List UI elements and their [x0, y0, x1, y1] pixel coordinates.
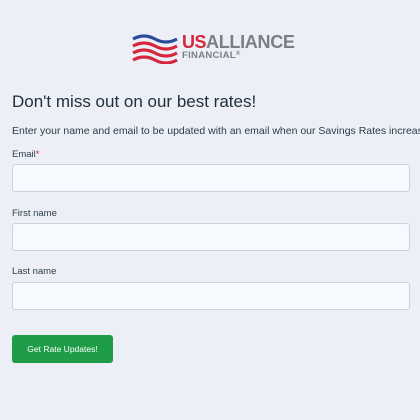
- logo-financial-text: FINANCIAL®: [182, 51, 241, 61]
- logo-trademark: ®: [235, 51, 241, 57]
- logo-alliance-text: ALLIANCE: [206, 32, 295, 52]
- first-name-field[interactable]: [12, 223, 410, 251]
- intro-text: Enter your name and email to be updated …: [12, 125, 420, 137]
- logo-wordmark: USALLIANCE FINANCIAL®: [182, 32, 295, 60]
- first-name-label: First name: [12, 208, 57, 219]
- required-marker: *: [35, 149, 40, 160]
- flag-stripes-logo-mark: [132, 34, 178, 64]
- logo-financial-word: FINANCIAL: [182, 50, 236, 61]
- page-heading: Don't miss out on our best rates!: [12, 92, 257, 111]
- usalliance-logo: USALLIANCE FINANCIAL®: [131, 33, 296, 65]
- email-label: Email*: [12, 149, 39, 160]
- logo-us-text: US: [182, 32, 207, 52]
- last-name-label: Last name: [12, 266, 57, 277]
- email-field[interactable]: [12, 164, 410, 192]
- last-name-field[interactable]: [12, 282, 410, 310]
- email-label-text: Email: [12, 149, 36, 160]
- get-rate-updates-button[interactable]: Get Rate Updates!: [12, 335, 113, 363]
